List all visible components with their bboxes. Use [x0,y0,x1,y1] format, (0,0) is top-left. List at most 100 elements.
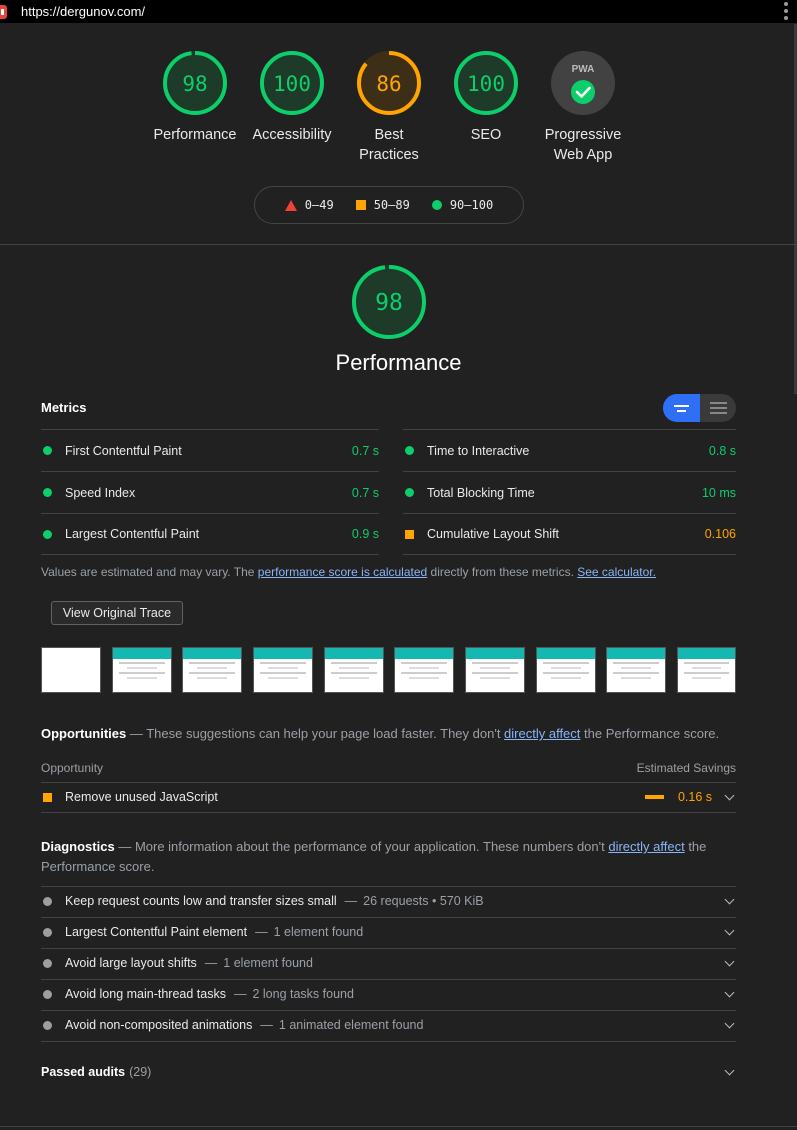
diagnostic-layout-shifts[interactable]: Avoid large layout shifts — 1 element foun… [41,948,736,978]
chevron-down-icon[interactable] [724,1018,735,1028]
separator: — [233,987,247,1001]
directly-affect-link[interactable]: directly affect [504,726,580,741]
performance-title: Performance [335,350,462,375]
gauge-best-practices-ring: 86 [357,51,421,115]
directly-affect-link[interactable]: directly affect [608,839,684,854]
gauge-pwa-label-line2: Web App [553,147,613,163]
diagnostic-non-composited-animations[interactable]: Avoid non-composited animations — 1 animat… [41,1010,736,1040]
filmstrip [41,647,736,693]
filmstrip-frame [677,647,736,693]
toggle-detailed-icon[interactable] [700,394,736,422]
info-circle-icon [43,1020,52,1030]
performance-big-gauge: 98 [349,262,429,345]
separator: — [255,925,268,939]
gauge-seo[interactable]: 100 SEO [436,50,536,145]
metric-value: 0.7 s [351,485,379,500]
gauge-performance-score: 98 [182,72,207,96]
separator: — [129,726,143,741]
gauge-seo-ring: 100 [454,51,518,115]
diagnostic-detail: 2 long tasks found [252,987,354,1001]
savings-bar [644,795,664,799]
metrics-view-toggle[interactable] [663,394,736,422]
see-calculator-link[interactable]: See calculator. [577,565,656,579]
filmstrip-frame [324,647,384,693]
pass-circle-icon [405,488,414,497]
row-divider [41,1041,736,1042]
gauge-best-practices-label-line2: Practices [359,147,419,163]
metric-total-blocking-time: Total Blocking Time 10 ms [403,471,736,513]
diagnostic-detail: 26 requests • 570 KiB [363,894,484,908]
metric-value: 10 ms [701,485,736,500]
opportunities-desc: the Performance score. [580,726,720,741]
metric-name: First Contentful Paint [65,443,182,458]
filmstrip-frame [182,647,242,693]
filmstrip-frame [112,647,172,693]
diagnostics-desc: Performance score. [41,859,155,874]
metric-name: Total Blocking Time [427,485,535,500]
note-text: directly from these metrics. [427,565,578,579]
diagnostic-lcp-element[interactable]: Largest Contentful Paint element — 1 eleme… [41,917,736,947]
separator: — [118,839,132,854]
diagnostics-title: Diagnostics [41,839,115,854]
view-original-trace-button[interactable]: View Original Trace [51,601,183,625]
pass-circle-icon [405,446,414,455]
opportunities-heading: Opportunities — These suggestions can he… [41,726,719,741]
gauge-pwa[interactable]: PWA Progressive Web App [533,50,633,165]
diagnostics-heading: Diagnostics — More information about the… [41,837,736,877]
average-square-icon [355,200,366,210]
metrics-heading: Metrics [41,400,87,415]
fail-triangle-icon [284,199,297,211]
chevron-down-icon[interactable] [724,1065,735,1075]
more-options-icon[interactable] [784,2,788,20]
opportunity-name: Remove unused JavaScript [65,790,218,804]
toggle-summary-icon[interactable] [663,394,700,422]
gauge-best-practices-score: 86 [376,72,401,96]
gauge-pwa-label: Progressive Web App [533,125,633,165]
filmstrip-frame [394,647,454,693]
gauge-seo-score: 100 [467,72,505,96]
legend-pass-range: 90–100 [449,198,494,212]
legend-fail-range: 0–49 [304,198,334,212]
gauge-best-practices[interactable]: 86 Best Practices [339,50,439,165]
info-circle-icon [43,896,52,906]
diagnostic-name: Avoid long main-thread tasks [65,987,226,1001]
gauge-seo-label: SEO [470,127,502,143]
metric-first-contentful-paint: First Contentful Paint 0.7 s [41,429,379,471]
score-calculated-link[interactable]: performance score is calculated [258,565,427,579]
diagnostic-request-counts[interactable]: Keep request counts low and transfer siz… [41,886,736,916]
opportunity-remove-unused-js[interactable]: Remove unused JavaScript 0.16 s [41,782,736,812]
pass-circle-icon [43,446,52,455]
url-text[interactable]: https://dergunov.com/ [21,4,145,19]
note-text: Values are estimated and may vary. The [41,565,258,579]
pass-circle-icon [43,488,52,497]
legend-average-range: 50–89 [373,198,410,212]
metric-value: 0.9 s [351,527,379,541]
average-square-icon [43,792,52,802]
legend-average: 50–89 [355,198,410,212]
gauge-best-practices-label-line1: Best [374,127,404,143]
performance-big-score: 98 [375,290,403,316]
passed-audits-toggle[interactable]: Passed audits (29) [41,1057,736,1087]
diagnostic-name: Avoid non-composited animations [65,1018,253,1032]
chevron-down-icon[interactable] [724,894,735,904]
metrics-note: Values are estimated and may vary. The p… [41,565,656,579]
gauge-accessibility[interactable]: 100 Accessibility [242,50,342,145]
chevron-down-icon[interactable] [724,987,735,997]
performance-big-ring: 98 [352,265,426,339]
gauge-performance[interactable]: 98 Performance [145,50,245,145]
metric-name: Largest Contentful Paint [65,527,200,541]
average-square-icon [405,529,414,539]
diagnostic-name: Avoid large layout shifts [65,956,197,970]
chevron-down-icon[interactable] [724,790,735,800]
diagnostic-main-thread-tasks[interactable]: Avoid long main-thread tasks — 2 long task… [41,979,736,1009]
metric-speed-index: Speed Index 0.7 s [41,471,379,513]
chevron-down-icon[interactable] [724,925,735,935]
row-divider [41,812,736,813]
filmstrip-frame [606,647,666,693]
passed-audits-label: Passed audits [41,1065,126,1079]
chevron-down-icon[interactable] [724,956,735,966]
filmstrip-frame [41,647,101,693]
diagnostics-desc: the [684,839,707,854]
separator: — [204,956,218,970]
metric-time-to-interactive: Time to Interactive 0.8 s [403,429,736,471]
